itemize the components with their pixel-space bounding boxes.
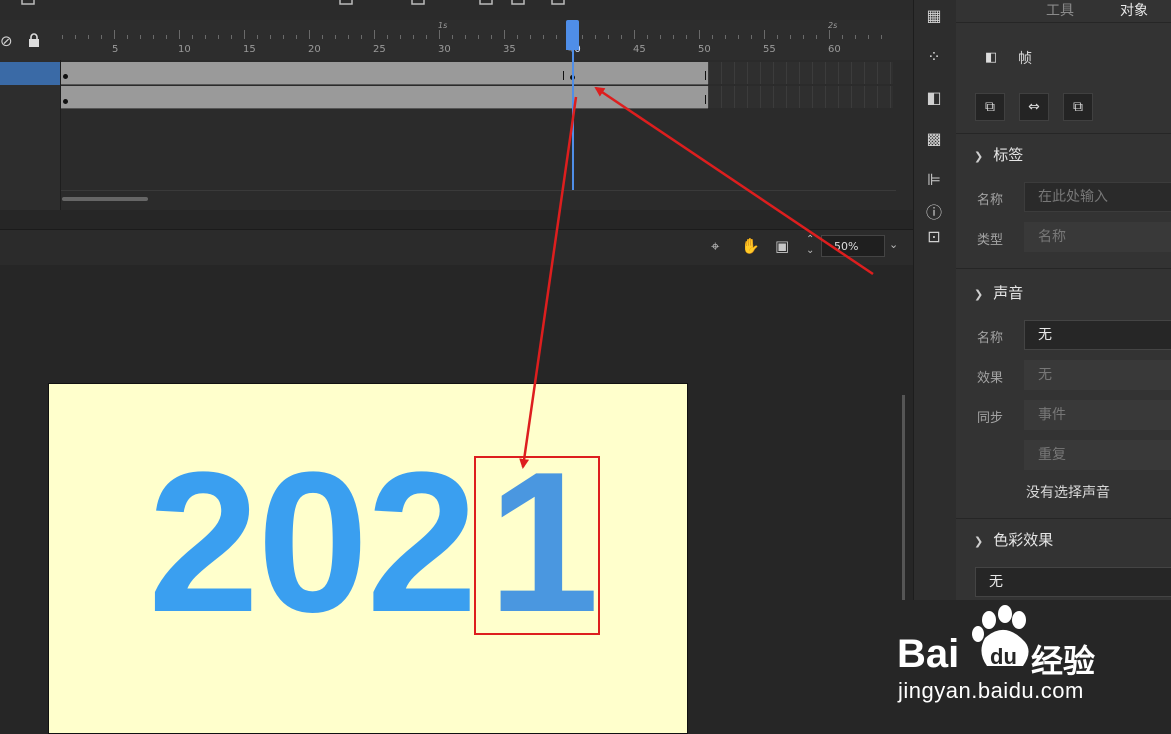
frame-copy-button[interactable]: ⧉ — [1063, 93, 1093, 121]
label-section-header[interactable]: ❯ 标签 — [974, 144, 1023, 165]
align-icon[interactable]: ⊫ — [924, 170, 944, 189]
sound-repeat-select[interactable]: 重复 — [1024, 440, 1171, 470]
color-effect-section-header[interactable]: ❯ 色彩效果 — [974, 529, 1053, 550]
frame-expand-button[interactable]: ⇔ — [1019, 93, 1049, 121]
watermark-brand: Bai — [897, 632, 960, 676]
label-name-input[interactable]: 在此处输入 — [1024, 182, 1171, 212]
label-type-label: 类型 — [977, 233, 1004, 248]
sound-effect-label: 效果 — [977, 371, 1004, 386]
tab-tools[interactable]: 工具 — [1046, 0, 1074, 20]
tab-object[interactable]: 对象 — [1120, 0, 1148, 20]
label-section-title: 标签 — [993, 146, 1024, 164]
motion-presets-icon[interactable]: ⁘ — [924, 47, 944, 66]
sound-name-label: 名称 — [977, 331, 1004, 346]
sound-section-header[interactable]: ❯ 声音 — [974, 282, 1023, 303]
sound-sync-select[interactable]: 事件 — [1024, 400, 1171, 430]
watermark-brand-cn: 经验 — [1031, 642, 1096, 680]
transform-icon[interactable]: ⊡ — [924, 227, 944, 246]
sound-sync-label: 同步 — [977, 411, 1004, 426]
section-divider — [956, 518, 1171, 519]
no-sound-text: 没有选择声音 — [1026, 485, 1110, 501]
chevron-down-icon: ❯ — [974, 535, 984, 548]
color-effect-select[interactable]: 无 — [975, 567, 1171, 597]
frame-title: 帧 — [1018, 51, 1032, 67]
section-divider — [956, 268, 1171, 269]
sound-effect-select[interactable]: 无 — [1024, 360, 1171, 390]
sound-section-title: 声音 — [993, 284, 1024, 302]
label-name-label: 名称 — [977, 193, 1004, 208]
components-icon[interactable]: ▩ — [924, 129, 944, 148]
tab-divider — [956, 22, 1171, 23]
watermark-url: jingyan.baidu.com — [898, 678, 1084, 703]
arrow-to-keyframe — [594, 86, 874, 276]
section-divider — [956, 133, 1171, 134]
sound-name-select[interactable]: 无 — [1024, 320, 1171, 350]
library-icon[interactable]: ▦ — [924, 6, 944, 25]
info-icon[interactable]: ⓘ — [924, 199, 944, 223]
chevron-down-icon: ❯ — [974, 288, 984, 301]
frame-picker-icon[interactable]: ◧ — [924, 88, 944, 107]
frame-icon: ◧ — [985, 50, 998, 65]
arrow-to-digit — [519, 96, 578, 469]
frame-swap-button[interactable]: ⧉ — [975, 93, 1005, 121]
color-effect-section-title: 色彩效果 — [993, 531, 1054, 549]
watermark-brand-du: du — [990, 644, 1017, 669]
label-type-select[interactable]: 名称 — [1024, 222, 1171, 252]
chevron-down-icon: ❯ — [974, 150, 984, 163]
